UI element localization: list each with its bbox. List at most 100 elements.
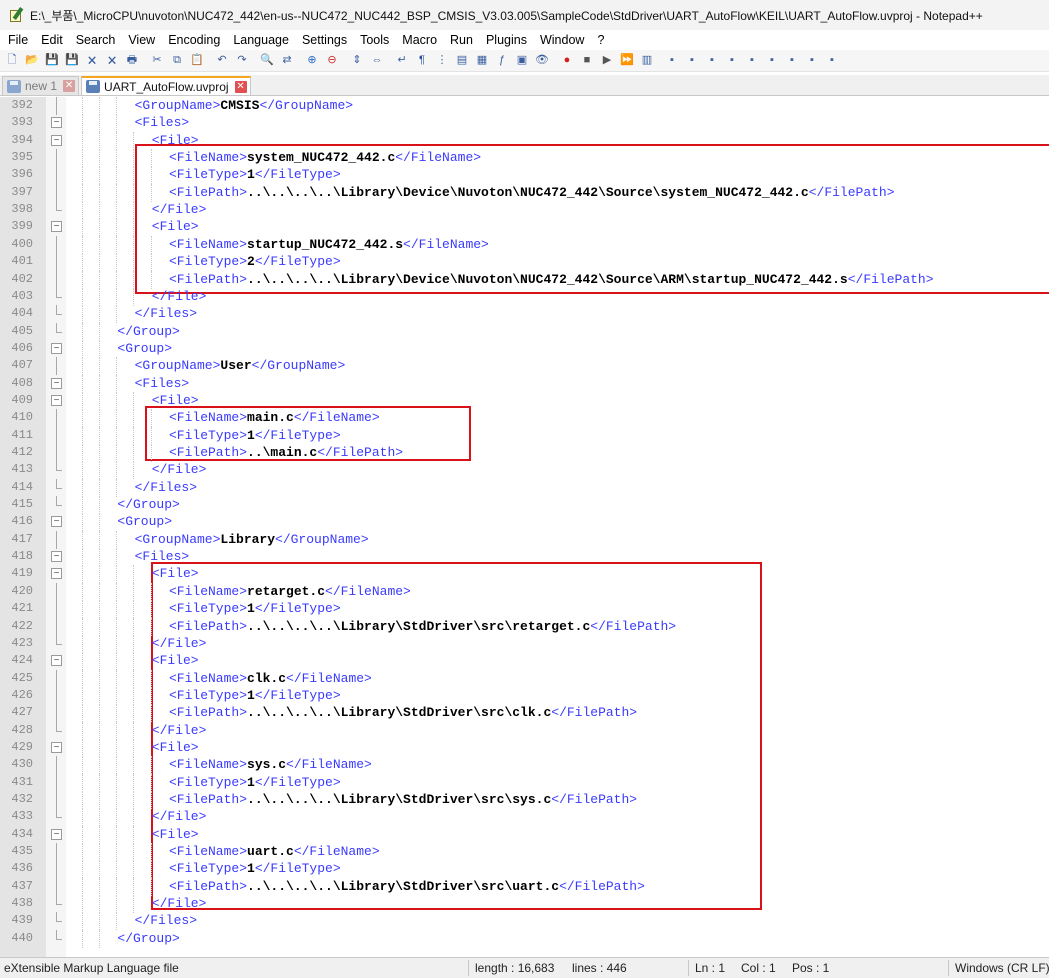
code-line[interactable]: 402 <FilePath>..\..\..\..\Library\Device\…: [0, 270, 1049, 289]
tab-uart-autoflow[interactable]: UART_AutoFlow.uvproj ✕: [81, 76, 251, 95]
menu-macro[interactable]: Macro: [398, 33, 441, 47]
code-line[interactable]: 424 − <File>: [0, 652, 1049, 671]
code-line[interactable]: 432 <FilePath>..\..\..\..\Library\StdDriv…: [0, 791, 1049, 809]
code-line[interactable]: 417 <GroupName>Library</GroupName>: [0, 530, 1049, 549]
word-wrap-icon[interactable]: ↵: [394, 53, 410, 69]
run-macro-multiple-icon[interactable]: ⏩: [619, 53, 635, 69]
sync-horizontal-icon[interactable]: ⇔: [369, 53, 385, 69]
code-line[interactable]: 433 </File>: [0, 808, 1049, 827]
editor-area[interactable]: 392 <GroupName>CMSIS</GroupName> 393− <File…: [0, 97, 1049, 957]
code-line[interactable]: 439 </Files>: [0, 912, 1049, 931]
code-line[interactable]: 426 <FileType>1</FileType>: [0, 686, 1049, 705]
plugin-5-icon[interactable]: ▪: [744, 53, 760, 69]
plugin-2-icon[interactable]: ▪: [684, 53, 700, 69]
save-icon[interactable]: 💾: [44, 53, 60, 69]
new-file-icon[interactable]: 🗋: [4, 53, 20, 69]
code-line[interactable]: 435 <FileName>uart.c</FileName>: [0, 843, 1049, 862]
stop-macro-icon[interactable]: ■: [579, 53, 595, 69]
zoom-out-icon[interactable]: ⊖: [324, 53, 340, 69]
code-line[interactable]: 403 </File>: [0, 287, 1049, 306]
menu-run[interactable]: Run: [446, 33, 477, 47]
code-line[interactable]: 436 <FileType>1</FileType>: [0, 860, 1049, 879]
plugin-4-icon[interactable]: ▪: [724, 53, 740, 69]
menu-plugins[interactable]: Plugins: [482, 33, 531, 47]
open-file-icon[interactable]: 📂: [24, 53, 40, 69]
menu-search[interactable]: Search: [72, 33, 120, 47]
fold-toggle-icon[interactable]: −: [51, 221, 62, 233]
code-line[interactable]: 431 <FileType>1</FileType>: [0, 773, 1049, 792]
code-line[interactable]: 392 <GroupName>CMSIS</GroupName>: [0, 97, 1049, 115]
code-line[interactable]: 399 − <File>: [0, 218, 1049, 237]
menu-tools[interactable]: Tools: [356, 33, 393, 47]
plugin-1-icon[interactable]: ▪: [664, 53, 680, 69]
close-all-icon[interactable]: 🗙: [104, 53, 120, 69]
print-icon[interactable]: 🖶: [124, 53, 140, 69]
tab-new-1[interactable]: new 1 ✕: [2, 76, 80, 95]
plugin-9-icon[interactable]: ▪: [824, 53, 840, 69]
menu-language[interactable]: Language: [229, 33, 293, 47]
menu-view[interactable]: View: [124, 33, 159, 47]
menu-settings[interactable]: Settings: [298, 33, 351, 47]
code-line[interactable]: 428 </File>: [0, 721, 1049, 740]
code-line[interactable]: 438 </File>: [0, 895, 1049, 914]
replace-icon[interactable]: ⇄: [279, 53, 295, 69]
code-line[interactable]: 409 − <File>: [0, 391, 1049, 410]
code-line[interactable]: 427 <FilePath>..\..\..\..\Library\StdDriv…: [0, 704, 1049, 723]
code-line[interactable]: 423 </File>: [0, 634, 1049, 653]
doc-map-icon[interactable]: ▦: [474, 53, 490, 69]
plugin-6-icon[interactable]: ▪: [764, 53, 780, 69]
fold-toggle-icon[interactable]: −: [51, 828, 62, 840]
close-icon[interactable]: 🗙: [84, 53, 100, 69]
code-line[interactable]: 394 − <File>: [0, 131, 1049, 150]
code-line[interactable]: 437 <FilePath>..\..\..\..\Library\StdDriv…: [0, 877, 1049, 896]
code-line[interactable]: 407 <GroupName>User</GroupName>: [0, 357, 1049, 376]
menu-help[interactable]: ?: [593, 33, 608, 47]
code-line[interactable]: 405 </Group>: [0, 322, 1049, 341]
code-line[interactable]: 411 <FileType>1</FileType>: [0, 426, 1049, 445]
fold-toggle-icon[interactable]: −: [51, 342, 62, 354]
code-line[interactable]: 440 </Group>: [0, 929, 1049, 948]
code-line[interactable]: 404 </Files>: [0, 305, 1049, 324]
code-line[interactable]: 406 − <Group>: [0, 339, 1049, 358]
fold-toggle-icon[interactable]: −: [51, 377, 62, 389]
code-line[interactable]: 414 </Files>: [0, 478, 1049, 497]
code-line[interactable]: 413 </File>: [0, 461, 1049, 480]
redo-icon[interactable]: ↷: [234, 53, 250, 69]
udl-icon[interactable]: ▤: [454, 53, 470, 69]
code-line[interactable]: 401 <FileType>2</FileType>: [0, 253, 1049, 272]
code-line[interactable]: 395 <FileName>system_NUC472_442.c</FileNa…: [0, 149, 1049, 168]
fold-toggle-icon[interactable]: −: [51, 117, 62, 129]
function-list-icon[interactable]: ƒ: [494, 53, 510, 69]
zoom-in-icon[interactable]: ⊕: [304, 53, 320, 69]
paste-icon[interactable]: 📋: [189, 53, 205, 69]
save-macro-icon[interactable]: ▥: [639, 53, 655, 69]
cut-icon[interactable]: ✂: [149, 53, 165, 69]
find-icon[interactable]: 🔍: [259, 53, 275, 69]
code-line[interactable]: 410 <FileName>main.c</FileName>: [0, 409, 1049, 428]
fold-toggle-icon[interactable]: −: [51, 394, 62, 406]
fold-toggle-icon[interactable]: −: [51, 134, 62, 146]
code-line[interactable]: 400 <FileName>startup_NUC472_442.s</FileN…: [0, 235, 1049, 254]
menu-window[interactable]: Window: [536, 33, 588, 47]
undo-icon[interactable]: ↶: [214, 53, 230, 69]
monitor-icon[interactable]: 👁: [534, 53, 550, 69]
code-line[interactable]: 422 <FilePath>..\..\..\..\Library\StdDriv…: [0, 617, 1049, 636]
code-line[interactable]: 397 <FilePath>..\..\..\..\Library\Device\…: [0, 183, 1049, 202]
code-line[interactable]: 415 </Group>: [0, 496, 1049, 515]
code-line[interactable]: 420 <FileName>retarget.c</FileName>: [0, 582, 1049, 601]
menu-file[interactable]: File: [4, 33, 32, 47]
fold-toggle-icon[interactable]: −: [51, 568, 62, 580]
code-line[interactable]: 434 − <File>: [0, 825, 1049, 844]
play-macro-icon[interactable]: ▶: [599, 53, 615, 69]
indent-guide-icon[interactable]: ⋮: [434, 53, 450, 69]
fold-toggle-icon[interactable]: −: [51, 741, 62, 753]
code-line[interactable]: 412 <FilePath>..\main.c</FilePath>: [0, 444, 1049, 462]
code-line[interactable]: 425 <FileName>clk.c</FileName>: [0, 669, 1049, 688]
record-macro-icon[interactable]: ●: [559, 53, 575, 69]
folder-workspace-icon[interactable]: ▣: [514, 53, 530, 69]
fold-toggle-icon[interactable]: −: [51, 516, 62, 528]
fold-toggle-icon[interactable]: −: [51, 551, 62, 563]
plugin-3-icon[interactable]: ▪: [704, 53, 720, 69]
code-line[interactable]: 408 − <Files>: [0, 374, 1049, 393]
save-all-icon[interactable]: 💾: [64, 53, 80, 69]
